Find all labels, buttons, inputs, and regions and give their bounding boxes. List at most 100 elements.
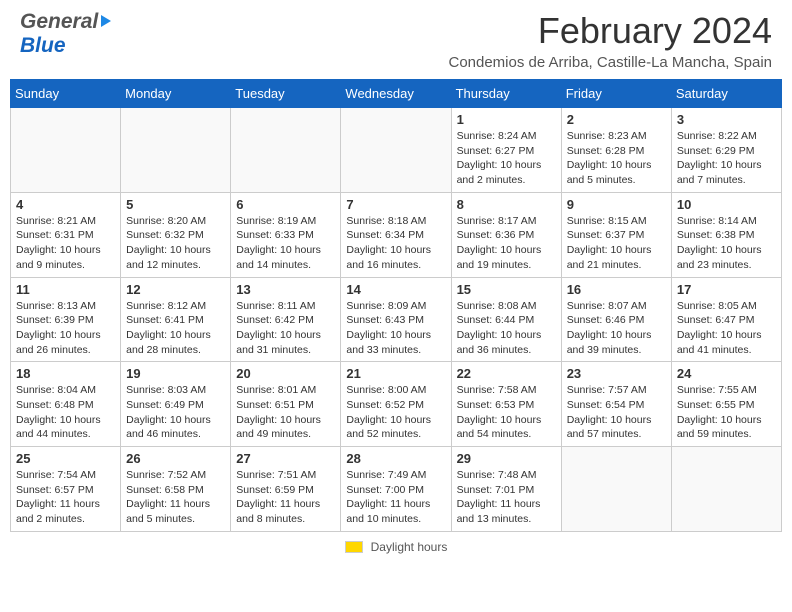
day-number: 8 [457,197,556,212]
calendar-cell [11,108,121,193]
day-info: Sunrise: 7:57 AM Sunset: 6:54 PM Dayligh… [567,383,666,442]
day-number: 27 [236,451,335,466]
calendar-cell: 18Sunrise: 8:04 AM Sunset: 6:48 PM Dayli… [11,362,121,447]
day-info: Sunrise: 7:52 AM Sunset: 6:58 PM Dayligh… [126,468,225,527]
calendar-cell: 10 Sunrise: 8:14 AM Sunset: 6:38 PM Dayli… [671,192,781,277]
logo-general: General [20,10,98,34]
calendar-cell: 20 Sunrise: 8:01 AM Sunset: 6:51 PM Dayli… [231,362,341,447]
calendar-week-row: 1 Sunrise: 8:24 AM Sunset: 6:27 PM Daylig… [11,108,782,193]
calendar-cell: 16 Sunrise: 8:07 AM Sunset: 6:46 PM Dayli… [561,277,671,362]
calendar-header-sunday: Sunday [11,80,121,108]
day-info: Sunrise: 8:14 AM Sunset: 6:38 PM Dayligh… [677,214,776,273]
calendar-header-tuesday: Tuesday [231,80,341,108]
day-number: 28 [346,451,445,466]
legend-box-icon [345,541,363,553]
calendar-cell: 6 Sunrise: 8:19 AM Sunset: 6:33 PM Daylig… [231,192,341,277]
calendar-cell: 3Sunrise: 8:22 AM Sunset: 6:29 PM Daylig… [671,108,781,193]
calendar-cell: 19 Sunrise: 8:03 AM Sunset: 6:49 PM Dayli… [121,362,231,447]
calendar-header-wednesday: Wednesday [341,80,451,108]
calendar-cell: 21 Sunrise: 8:00 AM Sunset: 6:52 PM Dayli… [341,362,451,447]
calendar-cell [121,108,231,193]
day-info: Sunrise: 7:49 AM Sunset: 7:00 PM Dayligh… [346,468,445,527]
day-info: Sunrise: 8:19 AM Sunset: 6:33 PM Dayligh… [236,214,335,273]
calendar-cell: 8 Sunrise: 8:17 AM Sunset: 6:36 PM Daylig… [451,192,561,277]
day-number: 19 [126,366,225,381]
day-number: 23 [567,366,666,381]
calendar-cell: 12Sunrise: 8:12 AM Sunset: 6:41 PM Dayli… [121,277,231,362]
legend-label: Daylight hours [371,540,448,554]
day-number: 16 [567,282,666,297]
day-info: Sunrise: 8:13 AM Sunset: 6:39 PM Dayligh… [16,299,115,358]
day-number: 24 [677,366,776,381]
calendar-cell: 25 Sunrise: 7:54 AM Sunset: 6:57 PM Dayli… [11,447,121,532]
day-info: Sunrise: 8:20 AM Sunset: 6:32 PM Dayligh… [126,214,225,273]
day-number: 1 [457,112,556,127]
day-info: Sunrise: 7:55 AM Sunset: 6:55 PM Dayligh… [677,383,776,442]
calendar-header-thursday: Thursday [451,80,561,108]
day-number: 20 [236,366,335,381]
calendar-week-row: 25 Sunrise: 7:54 AM Sunset: 6:57 PM Dayli… [11,447,782,532]
calendar-cell: 14 Sunrise: 8:09 AM Sunset: 6:43 PM Dayli… [341,277,451,362]
calendar-cell: 17 Sunrise: 8:05 AM Sunset: 6:47 PM Dayli… [671,277,781,362]
day-info: Sunrise: 7:54 AM Sunset: 6:57 PM Dayligh… [16,468,115,527]
day-info: Sunrise: 8:00 AM Sunset: 6:52 PM Dayligh… [346,383,445,442]
calendar-cell: 7Sunrise: 8:18 AM Sunset: 6:34 PM Daylig… [341,192,451,277]
day-number: 26 [126,451,225,466]
calendar-cell: 26 Sunrise: 7:52 AM Sunset: 6:58 PM Dayli… [121,447,231,532]
calendar-cell: 1 Sunrise: 8:24 AM Sunset: 6:27 PM Daylig… [451,108,561,193]
calendar-cell: 4Sunrise: 8:21 AM Sunset: 6:31 PM Daylig… [11,192,121,277]
calendar-cell [671,447,781,532]
day-info: Sunrise: 8:08 AM Sunset: 6:44 PM Dayligh… [457,299,556,358]
calendar-week-row: 18Sunrise: 8:04 AM Sunset: 6:48 PM Dayli… [11,362,782,447]
day-number: 6 [236,197,335,212]
day-number: 21 [346,366,445,381]
calendar-header-saturday: Saturday [671,80,781,108]
calendar-cell: 9Sunrise: 8:15 AM Sunset: 6:37 PM Daylig… [561,192,671,277]
calendar-cell: 2Sunrise: 8:23 AM Sunset: 6:28 PM Daylig… [561,108,671,193]
day-number: 3 [677,112,776,127]
day-info: Sunrise: 8:24 AM Sunset: 6:27 PM Dayligh… [457,129,556,188]
day-number: 17 [677,282,776,297]
calendar-header-friday: Friday [561,80,671,108]
day-number: 25 [16,451,115,466]
calendar-cell: 13Sunrise: 8:11 AM Sunset: 6:42 PM Dayli… [231,277,341,362]
day-info: Sunrise: 8:03 AM Sunset: 6:49 PM Dayligh… [126,383,225,442]
calendar-cell: 11 Sunrise: 8:13 AM Sunset: 6:39 PM Dayli… [11,277,121,362]
calendar-cell [561,447,671,532]
calendar-cell: 28 Sunrise: 7:49 AM Sunset: 7:00 PM Dayli… [341,447,451,532]
day-info: Sunrise: 8:05 AM Sunset: 6:47 PM Dayligh… [677,299,776,358]
day-number: 14 [346,282,445,297]
calendar-header-row: SundayMondayTuesdayWednesdayThursdayFrid… [11,80,782,108]
day-number: 29 [457,451,556,466]
logo: General Blue [20,10,110,58]
logo-arrow-icon [101,15,111,27]
subtitle: Condemios de Arriba, Castille-La Mancha,… [448,54,772,71]
day-number: 10 [677,197,776,212]
day-info: Sunrise: 8:01 AM Sunset: 6:51 PM Dayligh… [236,383,335,442]
title-block: February 2024 Condemios de Arriba, Casti… [448,10,772,71]
calendar-cell: 23 Sunrise: 7:57 AM Sunset: 6:54 PM Dayli… [561,362,671,447]
day-info: Sunrise: 7:51 AM Sunset: 6:59 PM Dayligh… [236,468,335,527]
legend: Daylight hours [10,540,782,554]
day-info: Sunrise: 8:23 AM Sunset: 6:28 PM Dayligh… [567,129,666,188]
day-number: 15 [457,282,556,297]
day-info: Sunrise: 7:48 AM Sunset: 7:01 PM Dayligh… [457,468,556,527]
calendar-cell: 22Sunrise: 7:58 AM Sunset: 6:53 PM Dayli… [451,362,561,447]
page-header: General Blue February 2024 Condemios de … [0,0,792,73]
day-number: 5 [126,197,225,212]
calendar-cell: 5 Sunrise: 8:20 AM Sunset: 6:32 PM Daylig… [121,192,231,277]
day-info: Sunrise: 8:17 AM Sunset: 6:36 PM Dayligh… [457,214,556,273]
calendar-table: SundayMondayTuesdayWednesdayThursdayFrid… [10,79,782,532]
day-info: Sunrise: 8:07 AM Sunset: 6:46 PM Dayligh… [567,299,666,358]
logo-blue: Blue [20,34,66,57]
calendar-cell: 29 Sunrise: 7:48 AM Sunset: 7:01 PM Dayli… [451,447,561,532]
calendar-cell: 24 Sunrise: 7:55 AM Sunset: 6:55 PM Dayli… [671,362,781,447]
calendar-header-monday: Monday [121,80,231,108]
day-info: Sunrise: 7:58 AM Sunset: 6:53 PM Dayligh… [457,383,556,442]
day-info: Sunrise: 8:18 AM Sunset: 6:34 PM Dayligh… [346,214,445,273]
day-number: 18 [16,366,115,381]
day-number: 11 [16,282,115,297]
day-info: Sunrise: 8:21 AM Sunset: 6:31 PM Dayligh… [16,214,115,273]
day-info: Sunrise: 8:09 AM Sunset: 6:43 PM Dayligh… [346,299,445,358]
day-number: 13 [236,282,335,297]
